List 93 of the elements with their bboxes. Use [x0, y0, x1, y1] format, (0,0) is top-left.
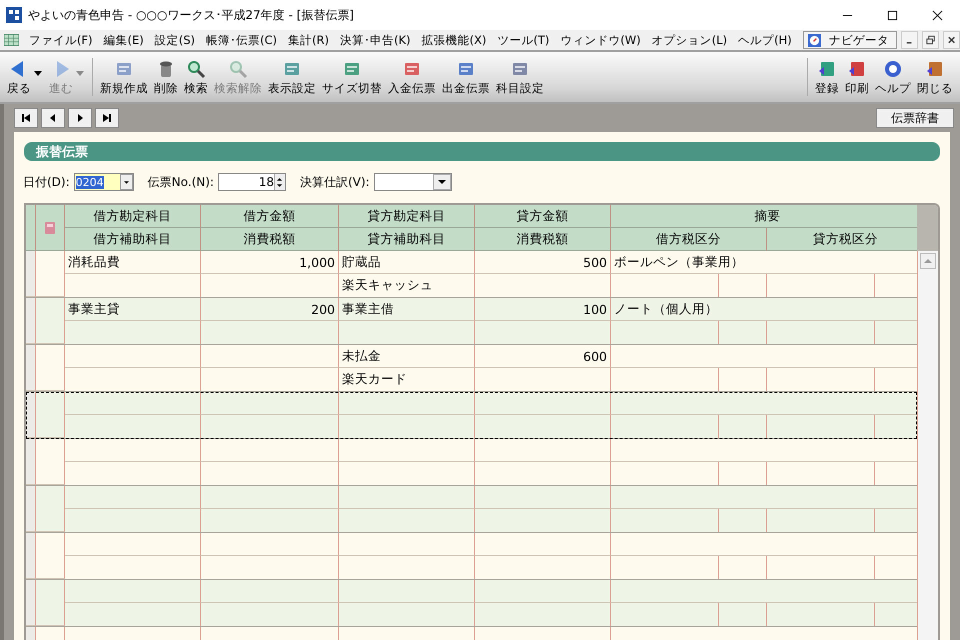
slip-dictionary-button[interactable]: 伝票辞書	[876, 108, 954, 128]
spreadsheet-icon[interactable]	[4, 34, 19, 46]
column-header: 借方税区分	[611, 228, 767, 251]
toolbar-button[interactable]: 印刷	[842, 58, 872, 96]
previous-record-button[interactable]	[41, 108, 65, 128]
caret-icon[interactable]	[34, 70, 42, 76]
notebook-icon	[45, 222, 55, 234]
table-cell	[36, 251, 65, 297]
column-header: 摘要	[611, 205, 917, 228]
menu-item[interactable]: ファイル(F)	[28, 32, 92, 48]
first-icon	[21, 113, 31, 123]
scrollbar[interactable]	[917, 251, 938, 640]
maximize-icon[interactable]	[887, 10, 898, 20]
table-cell: 楽天キャッシュ	[339, 274, 475, 297]
table-cell: 事業主貸	[65, 298, 201, 321]
menu-item[interactable]: ヘルプ(H)	[738, 32, 792, 48]
menu-item[interactable]: 設定(S)	[154, 32, 196, 48]
first-record-button[interactable]	[14, 108, 38, 128]
column-header: 貸方補助科目	[339, 228, 475, 251]
table-cell: 貯蔵品	[339, 251, 475, 274]
table-row[interactable]	[26, 392, 917, 439]
menu-item[interactable]: ツール(T)	[497, 32, 550, 48]
table-cell: 600	[475, 345, 611, 368]
toolbar-button[interactable]: 閉じる	[914, 58, 956, 96]
table-cell	[36, 298, 65, 344]
field-label: 伝票No.(N):	[148, 174, 214, 190]
minimize-icon[interactable]	[900, 31, 918, 49]
table-cell	[36, 439, 65, 485]
table-cell	[36, 580, 65, 626]
search-icon	[186, 58, 206, 78]
window-title: やよいの青色申告 - ○○○ワークス･平成27年度 - [振替伝票]	[28, 6, 354, 24]
caret-icon	[438, 180, 446, 184]
help-icon	[883, 58, 903, 78]
toolbar-button[interactable]: 入金伝票	[385, 58, 439, 96]
column-header: 貸方税区分	[767, 228, 917, 251]
field-label: 日付(D):	[23, 174, 70, 190]
table-cell: 未払金	[339, 345, 475, 368]
table-cell	[36, 392, 65, 438]
navigator-button[interactable]: ナビゲータ	[802, 31, 896, 49]
menu-item[interactable]: 帳簿･伝票(C)	[206, 32, 278, 48]
table-cell: 500	[475, 251, 611, 274]
table-cell: 200	[201, 298, 339, 321]
toolbar-button[interactable]: 出金伝票	[439, 58, 493, 96]
menu-item[interactable]: オプション(L)	[652, 32, 728, 48]
table-cell: 楽天カード	[339, 368, 475, 391]
column-header: 借方勘定科目	[65, 205, 201, 228]
table-cell: 消耗品費	[65, 251, 201, 274]
column-header: 借方補助科目	[65, 228, 201, 251]
toolbar-button[interactable]: 科目設定	[493, 58, 547, 96]
next-icon	[75, 113, 85, 123]
toolbar-button[interactable]: 新規作成	[97, 58, 151, 96]
closing-entry-dropdown[interactable]	[374, 173, 452, 191]
date-field[interactable]: 0204	[74, 173, 134, 191]
scroll-up-icon	[924, 259, 932, 263]
toolbar-button[interactable]: サイズ切替	[319, 58, 385, 96]
table-cell: 100	[475, 298, 611, 321]
menu-item[interactable]: ウィンドウ(W)	[560, 32, 641, 48]
menu-item[interactable]: 集計(R)	[288, 32, 329, 48]
table-cell: 1,000	[201, 251, 339, 274]
column-header: 貸方金額	[475, 205, 611, 228]
app-logo-icon	[6, 7, 22, 23]
toolbar-button[interactable]: 表示設定	[265, 58, 319, 96]
toolbar-button[interactable]: 検索	[181, 58, 211, 96]
table-cell	[36, 345, 65, 391]
close-icon[interactable]	[932, 10, 943, 20]
column-header: 消費税額	[475, 228, 611, 251]
restore-icon[interactable]	[922, 31, 939, 49]
panel-title: 振替伝票	[36, 144, 88, 160]
table-cell	[36, 486, 65, 532]
column-header: 借方金額	[201, 205, 339, 228]
toolbar-button[interactable]: 登録	[812, 58, 842, 96]
table-cell: 事業主借	[339, 298, 475, 321]
toolbar-button[interactable]: 戻る	[4, 58, 34, 96]
last-icon	[102, 113, 112, 123]
menu-item[interactable]: 編集(E)	[103, 32, 144, 48]
caret-icon	[124, 180, 129, 184]
menu-item[interactable]: 拡張機能(X)	[422, 32, 486, 48]
column-header: 貸方勘定科目	[339, 205, 475, 228]
slip-number-field[interactable]: 18	[218, 173, 286, 191]
column-header: 消費税額	[201, 228, 339, 251]
previous-icon	[48, 113, 58, 123]
compass-icon	[808, 34, 821, 46]
row-header[interactable]	[26, 392, 36, 438]
last-record-button[interactable]	[95, 108, 119, 128]
search-clear-icon	[228, 58, 248, 78]
field-label: 決算仕訳(V):	[300, 174, 370, 190]
toolbar-button[interactable]: ヘルプ	[872, 58, 914, 96]
menu-item[interactable]: 決算･申告(K)	[340, 32, 411, 48]
header-corner	[917, 205, 938, 251]
toolbar-button[interactable]: 削除	[151, 58, 181, 96]
next-record-button[interactable]	[68, 108, 92, 128]
spinner-icon[interactable]	[274, 174, 285, 190]
table-cell	[36, 533, 65, 579]
